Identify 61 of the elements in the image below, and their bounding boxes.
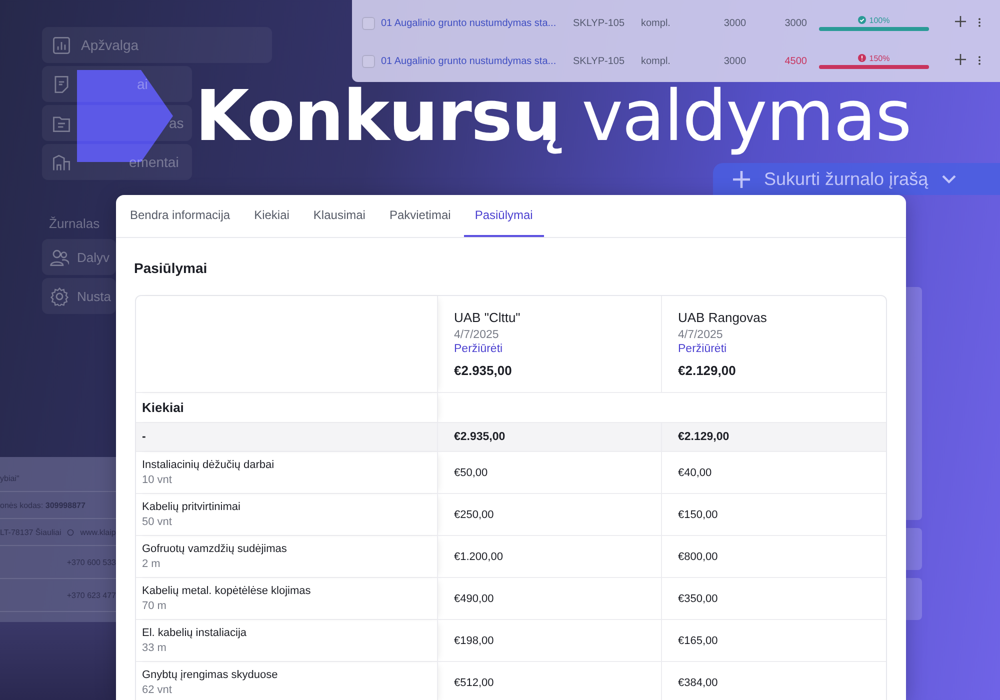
tab[interactable]: Bendra informacija <box>119 195 242 237</box>
bid-date: 4/7/2025 <box>678 329 723 341</box>
bidder-name: UAB "Clttu" <box>454 310 520 325</box>
item-name: El. kabelių instaliacija <box>142 627 248 639</box>
actual-quantity: 4500 <box>784 56 807 66</box>
price-cell: €350,00 <box>678 592 718 604</box>
item-quantity: 2 m <box>142 558 162 570</box>
tab[interactable]: Pasiūlymai <box>464 195 544 237</box>
price-cell: €250,00 <box>454 508 494 520</box>
group-heading: Kiekiai <box>142 400 184 415</box>
item-quantity: 70 m <box>142 600 168 612</box>
view-link[interactable]: Peržiūrėti <box>454 343 503 355</box>
price-cell: €1.200,00 <box>454 550 503 562</box>
table-cell: - <box>142 431 146 443</box>
bid-total: €2.935,00 <box>454 363 512 378</box>
subtotal-cell: €2.129,00 <box>678 431 730 443</box>
planned-quantity: 3000 <box>722 18 748 28</box>
bid-date: 4/7/2025 <box>454 329 499 341</box>
item-quantity: 62 vnt <box>142 684 173 696</box>
item-name-link[interactable]: 01 Augalinio grunto nustumdymas sta... <box>381 18 573 28</box>
subtotal-cell: €2.935,00 <box>454 431 506 443</box>
actual-quantity: 3000 <box>784 18 807 28</box>
item-name: Kabelių pritvirtinimai <box>142 501 242 513</box>
section-title: Pasiūlymai <box>134 260 208 276</box>
sidebar-item[interactable]: as <box>42 105 192 141</box>
item-name: Kabelių metal. kopėtėlėse klojimas <box>142 585 312 597</box>
price-cell: €198,00 <box>454 634 494 646</box>
tab[interactable]: Klausimai <box>302 195 376 237</box>
item-name: Instaliacinių dėžučių darbai <box>142 459 276 471</box>
bidder-name: UAB Rangovas <box>678 310 767 325</box>
price-cell: €490,00 <box>454 592 494 604</box>
price-cell: €50,00 <box>454 466 488 478</box>
item-quantity: 10 vnt <box>142 474 173 486</box>
tab[interactable]: Pakvietimai <box>378 195 462 237</box>
item-name-link[interactable]: 01 Augalinio grunto nustumdymas sta... <box>381 56 573 66</box>
sidebar-item[interactable]: Dalyv <box>42 239 116 275</box>
price-cell: €150,00 <box>678 508 718 520</box>
item-code: SKLYP-105 <box>573 56 626 66</box>
section-heading: Žurnalas <box>49 216 101 231</box>
price-cell: €384,00 <box>678 676 718 688</box>
item-quantity: 33 m <box>142 642 168 654</box>
item-code: SKLYP-105 <box>573 18 626 28</box>
item-unit: kompl. <box>641 18 672 28</box>
percent-label: 100% <box>869 16 890 24</box>
price-cell: €800,00 <box>678 550 718 562</box>
create-entry-button[interactable]: Sukurti žurnalo įrašą <box>713 163 1000 195</box>
price-cell: €512,00 <box>454 676 494 688</box>
price-cell: €40,00 <box>678 466 712 478</box>
percent-label: 150% <box>869 54 890 62</box>
item-name: Gnybtų įrengimas skyduose <box>142 669 279 681</box>
planned-quantity: 3000 <box>722 56 748 66</box>
sidebar-item[interactable]: ementai <box>42 144 192 180</box>
tab[interactable]: Kiekiai <box>243 195 300 237</box>
sidebar-item[interactable]: Nusta <box>42 278 116 314</box>
price-cell: €165,00 <box>678 634 718 646</box>
view-link[interactable]: Peržiūrėti <box>678 343 727 355</box>
item-quantity: 50 vnt <box>142 516 173 528</box>
item-name: Gofruotų vamzdžių sudėjimas <box>142 543 288 555</box>
item-unit: kompl. <box>641 56 672 66</box>
sidebar-item[interactable]: Apžvalga <box>42 27 272 63</box>
bid-total: €2.129,00 <box>678 363 736 378</box>
